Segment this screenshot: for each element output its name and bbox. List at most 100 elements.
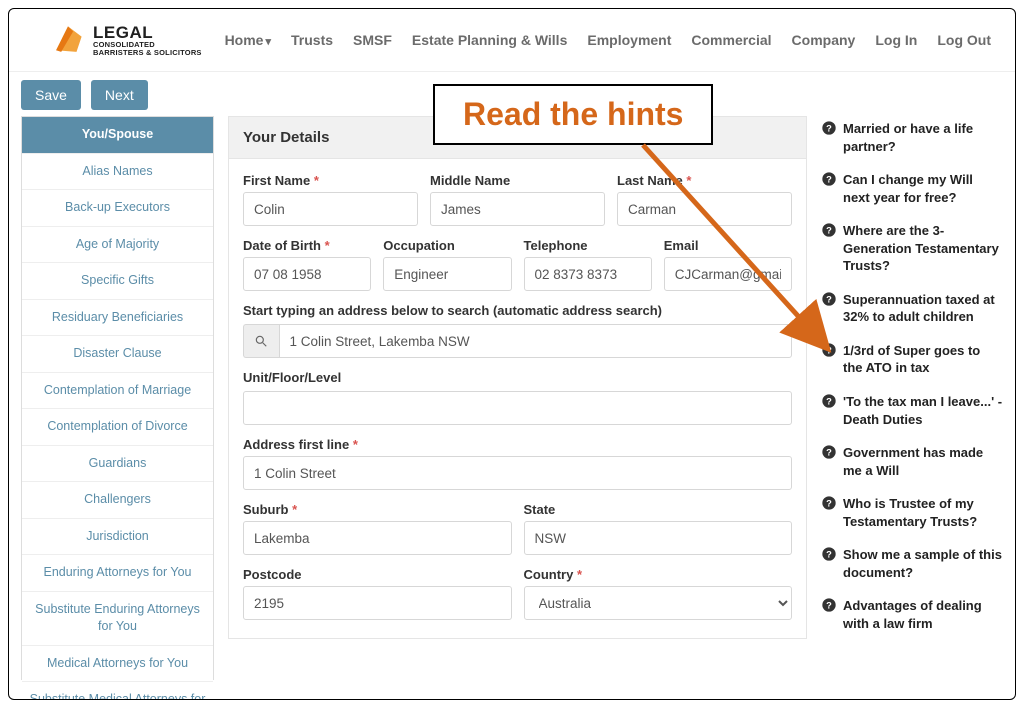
- occupation-input[interactable]: [383, 257, 511, 291]
- svg-text:?: ?: [826, 226, 832, 236]
- hint-text: 1/3rd of Super goes to the ATO in tax: [843, 342, 1003, 377]
- brand-line3: BARRISTERS & SOLICITORS: [93, 49, 202, 57]
- question-icon: ?: [821, 393, 837, 409]
- middle-name-input[interactable]: [430, 192, 605, 226]
- sidebar-item[interactable]: Back-up Executors: [22, 190, 213, 227]
- svg-text:?: ?: [826, 550, 832, 560]
- hint-link[interactable]: ? Who is Trustee of my Testamentary Trust…: [821, 495, 1003, 530]
- sidebar-item[interactable]: Age of Majority: [22, 227, 213, 264]
- sidebar-item[interactable]: Substitute Medical Attorneys for You: [22, 682, 213, 700]
- required-marker: *: [577, 567, 582, 582]
- sidebar-item[interactable]: Jurisdiction: [22, 519, 213, 556]
- country-select[interactable]: Australia: [524, 586, 793, 620]
- brand-logo[interactable]: LEGAL CONSOLIDATED BARRISTERS & SOLICITO…: [51, 23, 202, 57]
- hint-text: Can I change my Will next year for free?: [843, 171, 1003, 206]
- nav-smsf[interactable]: SMSF: [353, 32, 392, 48]
- label-first-name: First Name *: [243, 173, 418, 188]
- header: LEGAL CONSOLIDATED BARRISTERS & SOLICITO…: [9, 9, 1015, 72]
- hint-link[interactable]: ? Where are the 3-Generation Testamentary…: [821, 222, 1003, 275]
- address-search-button[interactable]: [243, 324, 279, 358]
- sidebar-item[interactable]: Residuary Beneficiaries: [22, 300, 213, 337]
- svg-text:?: ?: [826, 345, 832, 355]
- required-marker: *: [314, 173, 319, 188]
- state-input[interactable]: [524, 521, 793, 555]
- hint-link[interactable]: ? Superannuation taxed at 32% to adult ch…: [821, 291, 1003, 326]
- logo-icon: [51, 23, 85, 57]
- suburb-input[interactable]: [243, 521, 512, 555]
- nav-trusts[interactable]: Trusts: [291, 32, 333, 48]
- required-marker: *: [686, 173, 691, 188]
- last-name-input[interactable]: [617, 192, 792, 226]
- nav-company[interactable]: Company: [792, 32, 856, 48]
- dob-input[interactable]: [243, 257, 371, 291]
- svg-text:?: ?: [826, 499, 832, 509]
- svg-text:?: ?: [826, 601, 832, 611]
- sidebar-item[interactable]: Alias Names: [22, 154, 213, 191]
- hint-text: Where are the 3-Generation Testamentary …: [843, 222, 1003, 275]
- question-icon: ?: [821, 120, 837, 136]
- sidebar-item[interactable]: Specific Gifts: [22, 263, 213, 300]
- label-address-line1: Address first line *: [243, 437, 792, 452]
- hint-link[interactable]: ? Show me a sample of this document?: [821, 546, 1003, 581]
- address-line1-input[interactable]: [243, 456, 792, 490]
- sidebar-item[interactable]: Medical Attorneys for You: [22, 646, 213, 683]
- hint-text: 'To the tax man I leave...' - Death Duti…: [843, 393, 1003, 428]
- sidebar-item[interactable]: Enduring Attorneys for You: [22, 555, 213, 592]
- search-icon: [254, 334, 268, 348]
- hint-link[interactable]: ? Government has made me a Will: [821, 444, 1003, 479]
- hint-link[interactable]: ? 'To the tax man I leave...' - Death Dut…: [821, 393, 1003, 428]
- sidebar-item[interactable]: Substitute Enduring Attorneys for You: [22, 592, 213, 646]
- hint-text: Government has made me a Will: [843, 444, 1003, 479]
- required-marker: *: [353, 437, 358, 452]
- hint-text: Show me a sample of this document?: [843, 546, 1003, 581]
- svg-text:?: ?: [826, 396, 832, 406]
- sidebar: You/SpouseAlias NamesBack-up ExecutorsAg…: [21, 116, 214, 680]
- next-button[interactable]: Next: [91, 80, 148, 110]
- callout-box: Read the hints: [433, 84, 713, 145]
- label-address-search: Start typing an address below to search …: [243, 303, 792, 318]
- sidebar-item[interactable]: Guardians: [22, 446, 213, 483]
- sidebar-item[interactable]: Contemplation of Divorce: [22, 409, 213, 446]
- first-name-input[interactable]: [243, 192, 418, 226]
- required-marker: *: [292, 502, 297, 517]
- svg-text:?: ?: [826, 123, 832, 133]
- nav-home[interactable]: Home▾: [225, 32, 271, 48]
- telephone-input[interactable]: [524, 257, 652, 291]
- svg-text:?: ?: [826, 447, 832, 457]
- hint-link[interactable]: ?Can I change my Will next year for free…: [821, 171, 1003, 206]
- nav-employment[interactable]: Employment: [587, 32, 671, 48]
- hint-link[interactable]: ? Advantages of dealing with a law firm: [821, 597, 1003, 632]
- question-icon: ?: [821, 546, 837, 562]
- hint-text: Advantages of dealing with a law firm: [843, 597, 1003, 632]
- hint-text: Who is Trustee of my Testamentary Trusts…: [843, 495, 1003, 530]
- label-state: State: [524, 502, 793, 517]
- label-occupation: Occupation: [383, 238, 511, 253]
- hints-column: ?Married or have a life partner??Can I c…: [821, 116, 1003, 680]
- save-button[interactable]: Save: [21, 80, 81, 110]
- label-email: Email: [664, 238, 792, 253]
- question-icon: ?: [821, 444, 837, 460]
- sidebar-item[interactable]: You/Spouse: [22, 117, 213, 154]
- sidebar-item[interactable]: Challengers: [22, 482, 213, 519]
- question-icon: ?: [821, 222, 837, 238]
- nav-logout[interactable]: Log Out: [937, 32, 991, 48]
- nav-login[interactable]: Log In: [875, 32, 917, 48]
- hint-link[interactable]: ? Married or have a life partner?: [821, 120, 1003, 155]
- hint-link[interactable]: ? 1/3rd of Super goes to the ATO in tax: [821, 342, 1003, 377]
- question-icon: ?: [821, 342, 837, 358]
- nav-estate[interactable]: Estate Planning & Wills: [412, 32, 567, 48]
- label-middle-name: Middle Name: [430, 173, 605, 188]
- sidebar-item[interactable]: Disaster Clause: [22, 336, 213, 373]
- question-icon: ?: [821, 597, 837, 613]
- postcode-input[interactable]: [243, 586, 512, 620]
- email-input[interactable]: [664, 257, 792, 291]
- label-postcode: Postcode: [243, 567, 512, 582]
- sidebar-item[interactable]: Contemplation of Marriage: [22, 373, 213, 410]
- unit-input[interactable]: [243, 391, 792, 425]
- hint-text: Superannuation taxed at 32% to adult chi…: [843, 291, 1003, 326]
- svg-text:?: ?: [826, 294, 832, 304]
- nav-commercial[interactable]: Commercial: [691, 32, 771, 48]
- address-search-input[interactable]: [279, 324, 793, 358]
- label-country: Country *: [524, 567, 793, 582]
- hint-text: Married or have a life partner?: [843, 120, 1003, 155]
